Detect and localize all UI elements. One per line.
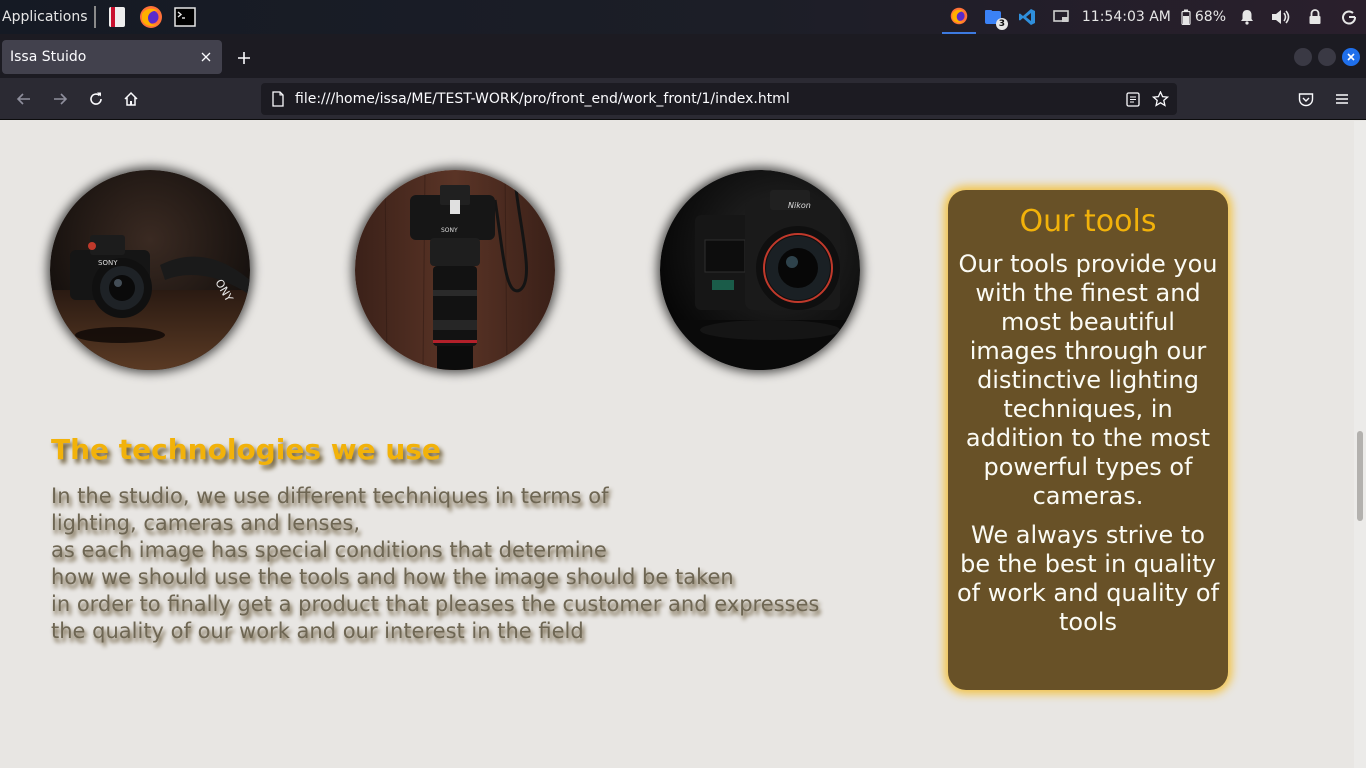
pocket-icon bbox=[1298, 92, 1314, 106]
terminal-icon bbox=[173, 7, 196, 27]
task-count-badge: 3 bbox=[995, 18, 1008, 30]
navigation-toolbar: file:///home/issa/ME/TEST-WORK/pro/front… bbox=[0, 78, 1366, 120]
lock-screen-button[interactable] bbox=[1298, 0, 1332, 34]
home-icon bbox=[124, 91, 138, 106]
firefox-icon bbox=[139, 6, 162, 28]
terminal-launcher[interactable] bbox=[172, 4, 198, 30]
technologies-line: how we should use the tools and how the … bbox=[51, 565, 734, 589]
svg-text:Nikon: Nikon bbox=[788, 201, 811, 210]
page-scrollbar[interactable] bbox=[1354, 121, 1366, 768]
files-launcher[interactable] bbox=[104, 4, 130, 30]
technologies-line: the quality of our work and our interest… bbox=[51, 619, 584, 643]
technologies-line: lighting, cameras and lenses, bbox=[51, 511, 361, 535]
app-menu-button[interactable] bbox=[1330, 87, 1354, 111]
firefox-launcher[interactable] bbox=[138, 4, 164, 30]
reader-view-button[interactable] bbox=[1124, 90, 1142, 108]
display-icon bbox=[1053, 10, 1069, 22]
bookmark-button[interactable] bbox=[1151, 90, 1169, 108]
reload-icon bbox=[90, 92, 102, 105]
files-icon bbox=[108, 7, 125, 27]
task-vscode[interactable] bbox=[1010, 0, 1044, 34]
camera-photo-nikon: Nikon bbox=[660, 170, 860, 370]
home-button[interactable] bbox=[119, 87, 143, 111]
power-button[interactable] bbox=[1332, 0, 1366, 34]
camera-photo-sony: ONY SONY bbox=[50, 170, 250, 370]
url-text[interactable]: file:///home/issa/ME/TEST-WORK/pro/front… bbox=[295, 91, 790, 107]
firefox-icon bbox=[950, 7, 968, 25]
volume-icon bbox=[1272, 10, 1290, 24]
plus-icon bbox=[238, 52, 250, 64]
os-taskbar: Applications 3 11:54:03 AM 68% bbox=[0, 0, 1366, 34]
notifications-button[interactable] bbox=[1230, 0, 1264, 34]
browser-tab-strip: Issa Stuido bbox=[0, 34, 1366, 78]
volume-button[interactable] bbox=[1264, 0, 1298, 34]
menu-icon bbox=[1336, 94, 1348, 104]
scrollbar-thumb[interactable] bbox=[1357, 431, 1363, 521]
bookmark-star-icon bbox=[1151, 91, 1169, 107]
technologies-line: as each image has special conditions tha… bbox=[51, 538, 607, 562]
tab-close-button[interactable] bbox=[196, 47, 216, 67]
battery-icon bbox=[1181, 9, 1191, 25]
task-firefox[interactable] bbox=[941, 0, 976, 34]
maximize-window-button[interactable] bbox=[1318, 48, 1336, 66]
our-tools-heading: Our tools bbox=[1019, 204, 1157, 239]
system-tray: 3 11:54:03 AM 68% bbox=[941, 0, 1366, 34]
close-icon bbox=[1347, 53, 1355, 61]
forward-button[interactable] bbox=[48, 87, 72, 111]
technologies-line: In the studio, we use different techniqu… bbox=[51, 484, 609, 508]
arrow-right-icon bbox=[54, 93, 68, 105]
close-icon bbox=[201, 52, 211, 62]
arrow-left-icon bbox=[16, 93, 30, 105]
url-bar[interactable]: file:///home/issa/ME/TEST-WORK/pro/front… bbox=[261, 83, 1177, 115]
lock-icon bbox=[1309, 9, 1321, 24]
screen-share-indicator[interactable] bbox=[1044, 0, 1078, 34]
technologies-line: in order to finally get a product that p… bbox=[51, 592, 820, 616]
vscode-icon bbox=[1018, 9, 1035, 25]
new-tab-button[interactable] bbox=[232, 46, 256, 70]
tab-title: Issa Stuido bbox=[10, 49, 87, 65]
taskbar-separator bbox=[93, 6, 96, 28]
page-info-icon[interactable] bbox=[271, 91, 285, 107]
applications-label: Applications bbox=[2, 9, 88, 25]
battery-percent[interactable]: 68% bbox=[1191, 9, 1230, 25]
web-page: ONY SONY SONY Nikon The technologies we … bbox=[0, 121, 1354, 768]
pocket-button[interactable] bbox=[1294, 87, 1318, 111]
our-tools-paragraph-1: Our tools provide you with the finest an… bbox=[958, 250, 1218, 510]
back-button[interactable] bbox=[12, 87, 36, 111]
our-tools-paragraph-2: We always strive to be the best in quali… bbox=[956, 521, 1220, 636]
power-icon bbox=[1342, 10, 1356, 25]
svg-text:SONY: SONY bbox=[98, 259, 118, 267]
tab-issa-studio[interactable]: Issa Stuido bbox=[2, 40, 222, 74]
reader-view-icon bbox=[1126, 91, 1140, 107]
bell-icon bbox=[1241, 10, 1253, 25]
minimize-window-button[interactable] bbox=[1294, 48, 1312, 66]
svg-text:SONY: SONY bbox=[441, 227, 458, 234]
clock[interactable]: 11:54:03 AM bbox=[1078, 9, 1175, 25]
our-tools-card: Our tools Our tools provide you with the… bbox=[948, 190, 1228, 690]
technologies-heading: The technologies we use bbox=[51, 433, 441, 466]
task-files[interactable]: 3 bbox=[976, 0, 1010, 34]
applications-menu[interactable]: Applications bbox=[0, 0, 92, 34]
camera-photo-telephoto: SONY bbox=[355, 170, 555, 370]
close-window-button[interactable] bbox=[1342, 48, 1360, 66]
reload-button[interactable] bbox=[84, 87, 108, 111]
technologies-description: In the studio, we use different techniqu… bbox=[51, 483, 881, 645]
